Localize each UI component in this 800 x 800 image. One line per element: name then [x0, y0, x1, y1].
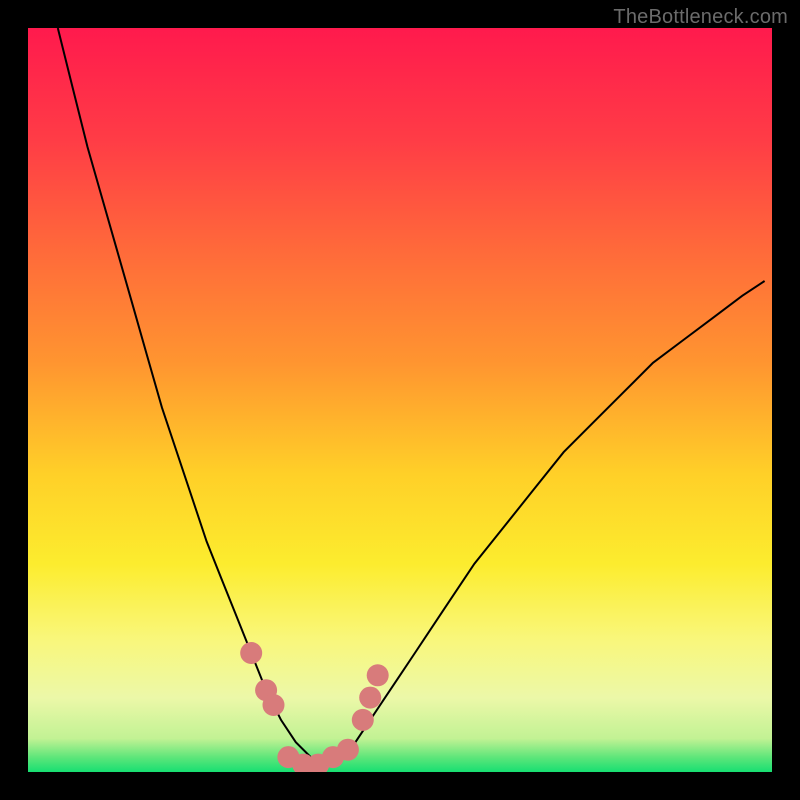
curve-marker [352, 709, 374, 731]
curve-marker [240, 642, 262, 664]
chart-frame: TheBottleneck.com [0, 0, 800, 800]
curve-markers [240, 642, 389, 772]
plot-area [28, 28, 772, 772]
curve-marker [367, 664, 389, 686]
watermark-text: TheBottleneck.com [613, 6, 788, 29]
curve-marker [359, 687, 381, 709]
curve-layer [28, 28, 772, 772]
curve-marker [263, 694, 285, 716]
curve-marker [337, 739, 359, 761]
left-curve [58, 28, 326, 765]
right-curve [326, 281, 765, 765]
